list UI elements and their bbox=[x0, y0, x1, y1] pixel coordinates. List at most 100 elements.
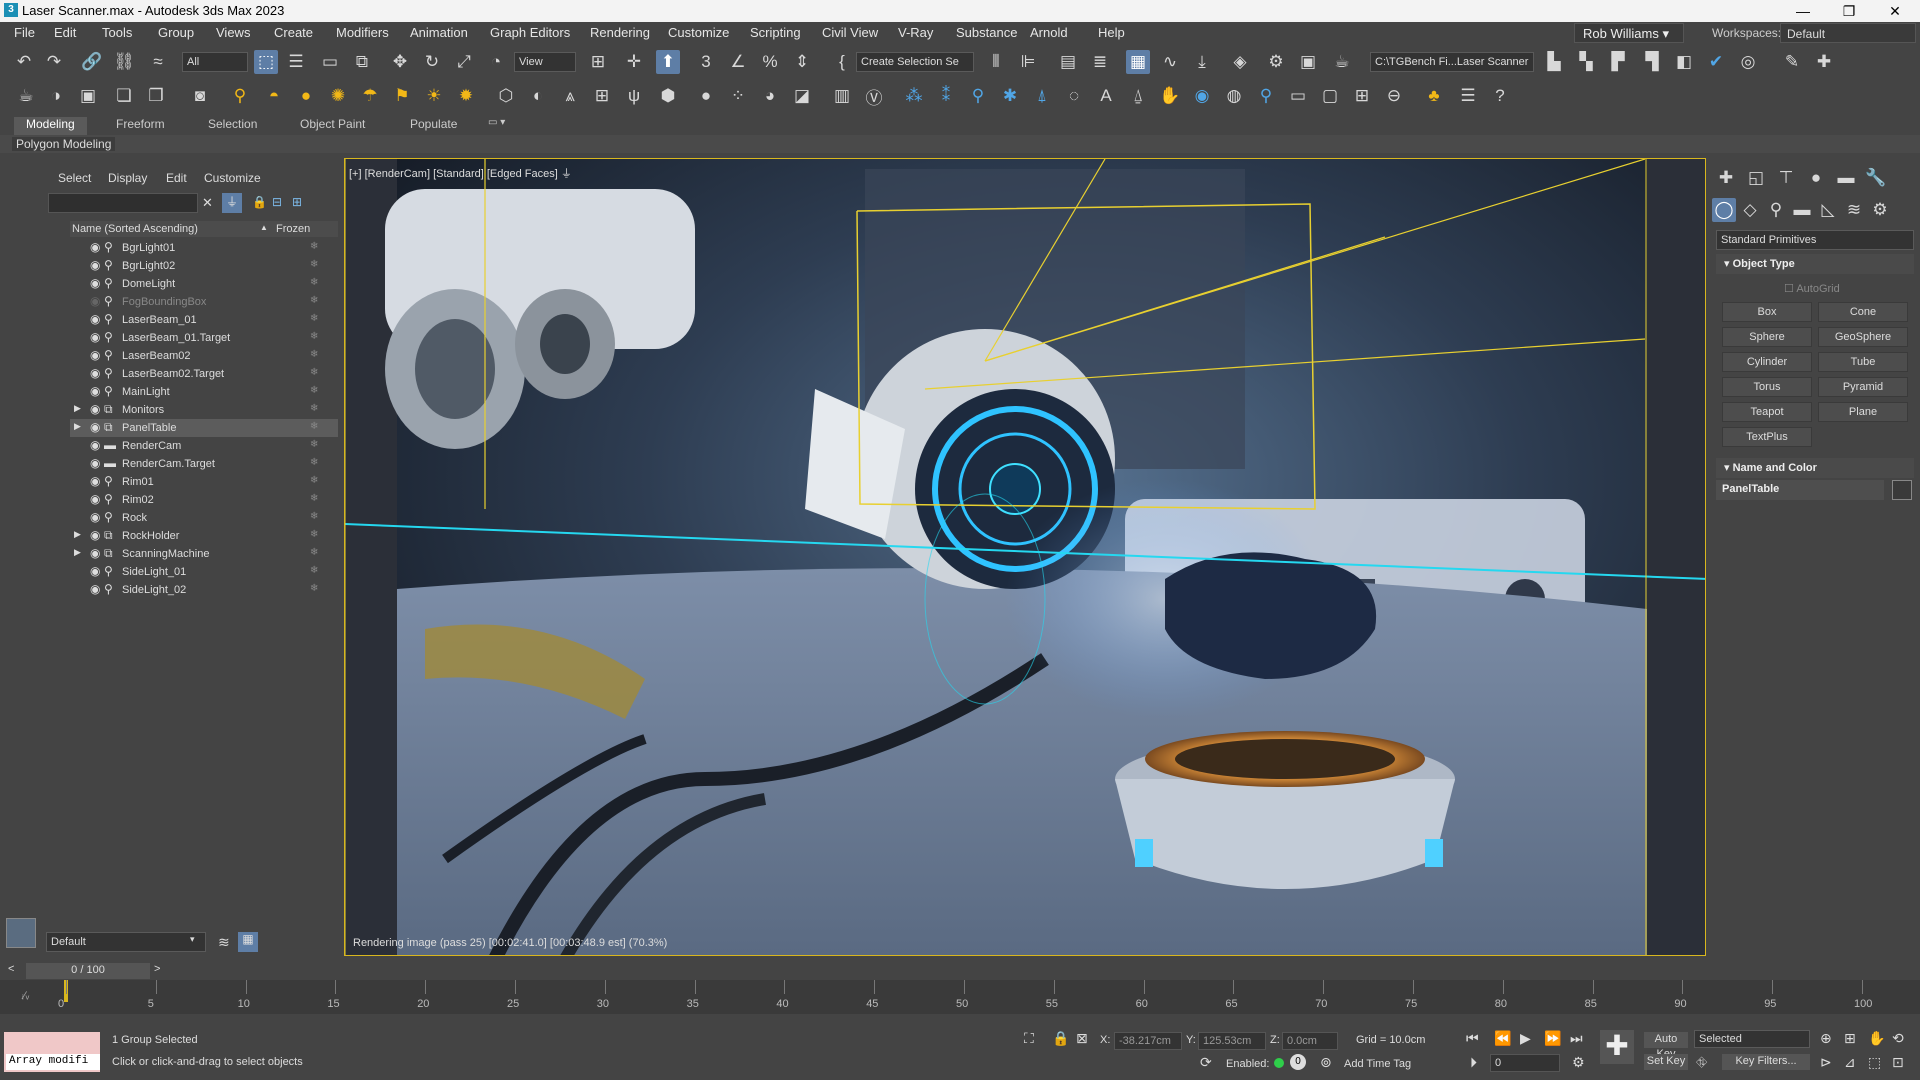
modify-tab-icon[interactable]: ◱ bbox=[1744, 166, 1768, 190]
arnold-spot-icon[interactable]: ⍋ bbox=[1030, 84, 1054, 108]
name-column-header[interactable]: Name (Sorted Ascending) bbox=[72, 223, 198, 235]
a360-icon[interactable]: ◎ bbox=[1736, 50, 1760, 74]
auto-key-button[interactable]: Auto Key bbox=[1644, 1032, 1688, 1060]
palette-icon[interactable]: ◕ bbox=[758, 84, 782, 108]
key-filter-icon[interactable]: ⛗ bbox=[1696, 1054, 1707, 1071]
close-button[interactable]: ✕ bbox=[1872, 0, 1918, 22]
viewport-label[interactable]: [+] [RenderCam] [Standard] [Edged Faces]… bbox=[349, 165, 572, 181]
visibility-eye-icon[interactable]: ◉ bbox=[90, 312, 100, 326]
scene-object-row[interactable]: ◉ ⚲ LaserBeam_01.Target ❄ bbox=[70, 329, 338, 347]
geometry-icon[interactable]: ◯ bbox=[1712, 198, 1736, 222]
visibility-eye-icon[interactable]: ◉ bbox=[90, 582, 100, 596]
menu-substance[interactable]: Substance bbox=[956, 25, 1017, 40]
key-mode-icon[interactable]: ⏵ bbox=[1470, 1054, 1477, 1071]
render-frame-icon[interactable]: ▚ bbox=[1574, 50, 1598, 74]
menu-views[interactable]: Views bbox=[216, 25, 250, 40]
arnold-window-icon[interactable]: ▭ bbox=[1286, 84, 1310, 108]
light-dome-icon[interactable]: ◓ bbox=[262, 84, 286, 108]
tool-b-icon[interactable]: ✚ bbox=[1812, 50, 1836, 74]
absolute-mode-icon[interactable]: ⊠ bbox=[1076, 1030, 1088, 1047]
visibility-eye-icon[interactable]: ◉ bbox=[90, 384, 100, 398]
freeze-toggle-icon[interactable]: ❄ bbox=[310, 583, 318, 594]
pivot-icon[interactable]: ⊞ bbox=[586, 50, 610, 74]
arnold-sun-icon[interactable]: ✱ bbox=[998, 84, 1022, 108]
fur-icon[interactable]: ◐ bbox=[526, 84, 550, 108]
scene-object-row[interactable]: ◉ ▬ RenderCam ❄ bbox=[70, 437, 338, 455]
pyramid-button[interactable]: Pyramid bbox=[1818, 377, 1908, 397]
object-type-rollout[interactable]: ▾ Object Type bbox=[1716, 254, 1914, 274]
tab-freeform[interactable]: Freeform bbox=[116, 117, 165, 131]
freeze-toggle-icon[interactable]: ❄ bbox=[310, 457, 318, 468]
render-production-icon[interactable]: ☕ bbox=[1330, 50, 1354, 74]
material-editor-icon[interactable]: ◈ bbox=[1228, 50, 1252, 74]
timeline-track[interactable]: ᵢ∕ᵥ 0 5 10 15 20 25 30 35 40 45 50 55 60 65 70 75 80 85 90… bbox=[0, 980, 1920, 1014]
filter-icon[interactable]: ⏚ bbox=[222, 193, 242, 213]
rotate-icon[interactable]: ↻ bbox=[420, 50, 444, 74]
visibility-eye-icon[interactable]: ◉ bbox=[90, 258, 100, 272]
scale-icon[interactable]: ⤢ bbox=[452, 50, 476, 74]
scene-object-row[interactable]: ◉ ⚲ FogBoundingBox ❄ bbox=[70, 293, 338, 311]
cylinder-button[interactable]: Cylinder bbox=[1722, 352, 1812, 372]
x-coordinate-field[interactable]: -38.217cm bbox=[1114, 1032, 1182, 1050]
visibility-eye-icon[interactable]: ◉ bbox=[90, 564, 100, 578]
name-and-color-rollout[interactable]: ▾ Name and Color bbox=[1716, 458, 1914, 478]
select-by-name-icon[interactable]: ☰ bbox=[284, 50, 308, 74]
current-frame-field[interactable]: 0 bbox=[1490, 1054, 1560, 1072]
scene-object-row[interactable]: ◉ ⚲ BgrLight01 ❄ bbox=[70, 239, 338, 257]
orbit-icon[interactable]: ⟲ bbox=[1892, 1030, 1904, 1047]
selection-lock-icon[interactable]: 🔒 bbox=[1052, 1030, 1069, 1047]
scene-object-row[interactable]: ◉ ⚲ LaserBeam_01 ❄ bbox=[70, 311, 338, 329]
render-batch-icon[interactable]: ❐ bbox=[144, 84, 168, 108]
window-crossing-icon[interactable]: ⧉ bbox=[350, 50, 374, 74]
move-icon[interactable]: ✥ bbox=[388, 50, 412, 74]
arnold-bulb-icon[interactable]: ⚲ bbox=[1254, 84, 1278, 108]
add-time-tag-button[interactable]: Add Time Tag bbox=[1344, 1058, 1411, 1070]
curve-editor-icon[interactable]: ∿ bbox=[1158, 50, 1182, 74]
vray-icon[interactable]: Ⓥ bbox=[862, 84, 886, 108]
menu-create[interactable]: Create bbox=[274, 25, 313, 40]
freeze-toggle-icon[interactable]: ❄ bbox=[310, 331, 318, 342]
light-ambient-icon[interactable]: ✹ bbox=[454, 84, 478, 108]
key-filters-button[interactable]: Key Filters... bbox=[1722, 1054, 1810, 1070]
workspace-dropdown[interactable]: Default bbox=[1780, 23, 1916, 43]
render-iterative-icon[interactable]: ▜ bbox=[1640, 50, 1664, 74]
freeze-toggle-icon[interactable]: ❄ bbox=[310, 475, 318, 486]
frozen-column-header[interactable]: Frozen bbox=[276, 223, 310, 235]
hidden-eye-icon[interactable]: ◉ bbox=[90, 294, 100, 308]
displace-icon[interactable]: ⩓ bbox=[558, 84, 582, 108]
expand-arrow-icon[interactable]: ▶ bbox=[74, 403, 81, 414]
frame-buffer-icon[interactable]: ▥ bbox=[830, 84, 854, 108]
scene-object-row[interactable]: ◉ ⚲ MainLight ❄ bbox=[70, 383, 338, 401]
explorer-menu-display[interactable]: Display bbox=[108, 171, 147, 185]
arnold-tool-icon[interactable]: ⍙ bbox=[1126, 84, 1150, 108]
freeze-toggle-icon[interactable]: ❄ bbox=[310, 367, 318, 378]
lights-icon[interactable]: ⚲ bbox=[1764, 198, 1788, 222]
adaptive-degradation-icon[interactable]: ⟳ bbox=[1200, 1054, 1212, 1071]
scene-object-row[interactable]: ◉ ▬ RenderCam.Target ❄ bbox=[70, 455, 338, 473]
object-color-swatch[interactable] bbox=[1892, 480, 1912, 500]
display-tab-icon[interactable]: ▬ bbox=[1834, 166, 1858, 190]
pan-icon[interactable]: ✋ bbox=[1868, 1030, 1885, 1047]
rendered-frame-window-icon[interactable]: ▣ bbox=[1296, 50, 1320, 74]
next-frame-icon[interactable]: > bbox=[154, 963, 160, 975]
multi-icon[interactable]: ⁘ bbox=[726, 84, 750, 108]
layer-sort-icon[interactable]: ▦ bbox=[238, 932, 258, 952]
arnold-b-icon[interactable]: ⁑ bbox=[934, 84, 958, 108]
substance-icon[interactable]: ♣ bbox=[1422, 84, 1446, 108]
prev-frame-icon[interactable]: < bbox=[8, 963, 14, 975]
minimize-button[interactable]: — bbox=[1780, 0, 1826, 22]
angle-snap-icon[interactable]: ∠ bbox=[726, 50, 750, 74]
arnold-eye-icon[interactable]: ⊖ bbox=[1382, 84, 1406, 108]
frame-indicator[interactable]: 0 / 100 bbox=[26, 963, 150, 979]
percent-snap-icon[interactable]: % bbox=[758, 50, 782, 74]
time-config-icon[interactable]: ⚙ bbox=[1572, 1054, 1585, 1071]
spinner-snap-icon[interactable]: ⇕ bbox=[790, 50, 814, 74]
visibility-eye-icon[interactable]: ◉ bbox=[90, 348, 100, 362]
go-to-end-icon[interactable]: ⏭ bbox=[1570, 1030, 1583, 1047]
place-icon[interactable]: ◔ bbox=[484, 50, 508, 74]
freeze-toggle-icon[interactable]: ❄ bbox=[310, 295, 318, 306]
menu-modifiers[interactable]: Modifiers bbox=[336, 25, 389, 40]
selection-filter-dropdown[interactable]: All bbox=[182, 52, 248, 72]
undo-icon[interactable]: ↶ bbox=[12, 50, 36, 74]
layer-stack-icon[interactable]: ≋ bbox=[218, 934, 230, 951]
